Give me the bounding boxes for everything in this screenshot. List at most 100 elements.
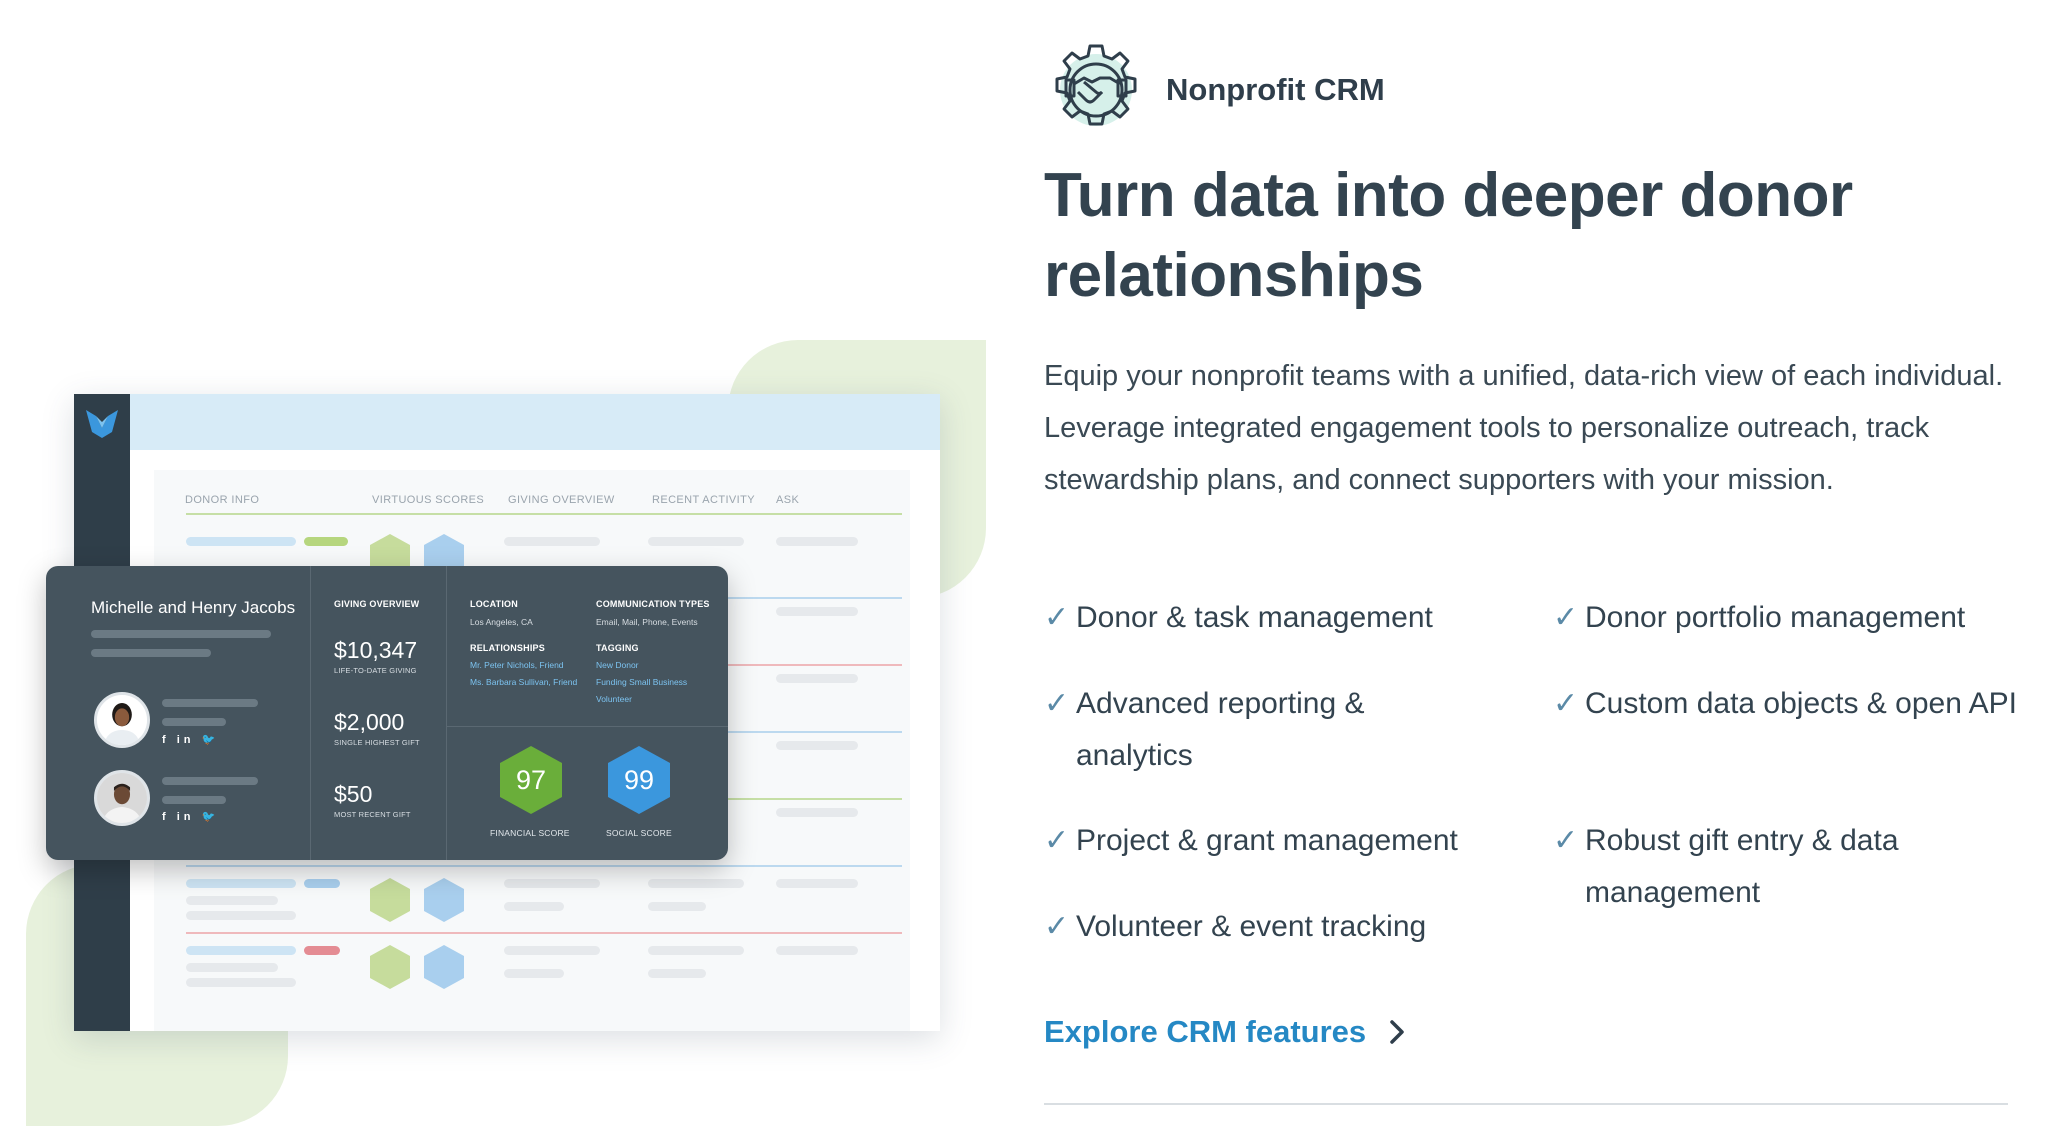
feature-label: Robust gift entry & data management [1585, 824, 1899, 909]
person-icon [97, 773, 147, 823]
card-divider [446, 726, 728, 727]
row-divider [186, 932, 902, 934]
relationship-link: Ms. Barbara Sullivan, Friend [470, 677, 578, 687]
product-name: Nonprofit CRM [1166, 72, 1385, 107]
row-placeholder [504, 969, 564, 978]
text-placeholder [91, 630, 271, 638]
donor-name: Michelle and Henry Jacobs [91, 598, 296, 617]
cta-label: Explore CRM features [1044, 1014, 1367, 1049]
column-header-recent-activity: RECENT ACTIVITY [652, 494, 755, 506]
row-placeholder [648, 946, 744, 955]
person-icon [97, 695, 147, 745]
app-topbar [130, 394, 940, 450]
relationship-link: Mr. Peter Nichols, Friend [470, 660, 564, 670]
text-placeholder [162, 699, 258, 707]
row-placeholder [504, 902, 564, 911]
row-placeholder [186, 879, 296, 888]
feature-label: Advanced reporting & analytics [1076, 687, 1365, 772]
feature-label: Custom data objects & open API [1585, 687, 2017, 720]
feature-item: ✓ Custom data objects & open API [1553, 678, 2023, 730]
social-icons: f in 🐦 [162, 811, 220, 823]
row-placeholder [776, 808, 858, 817]
financial-score-badge: 97 [500, 746, 562, 814]
amount-label: MOST RECENT GIFT [334, 810, 411, 819]
app-logo-icon [86, 410, 118, 438]
row-placeholder [186, 911, 296, 920]
row-placeholder [648, 537, 744, 546]
row-placeholder [186, 963, 278, 972]
tag-link: New Donor [596, 660, 639, 670]
row-placeholder [776, 946, 858, 955]
row-placeholder [776, 607, 858, 616]
card-divider [310, 566, 311, 860]
checkmark-icon: ✓ [1044, 824, 1070, 857]
row-placeholder [776, 741, 858, 750]
amount-label: SINGLE HIGHEST GIFT [334, 738, 420, 747]
row-placeholder [504, 879, 600, 888]
location-value: Los Angeles, CA [470, 617, 533, 627]
checkmark-icon: ✓ [1044, 601, 1070, 634]
row-placeholder [186, 896, 278, 905]
row-placeholder [776, 674, 858, 683]
amount-value: $2,000 [334, 709, 405, 735]
tag-link: Volunteer [596, 694, 632, 704]
page-title: Turn data into deeper donor relationship… [1044, 161, 1853, 310]
feature-label: Volunteer & event tracking [1076, 910, 1427, 943]
row-placeholder [776, 879, 858, 888]
row-divider [186, 513, 902, 515]
amount-value: $10,347 [334, 637, 418, 663]
text-placeholder [162, 718, 226, 726]
row-placeholder [186, 946, 296, 955]
row-placeholder [648, 969, 706, 978]
checkmark-icon: ✓ [1553, 601, 1579, 634]
financial-score-label: FINANCIAL SCORE [490, 828, 570, 838]
checkmark-icon: ✓ [1553, 824, 1579, 857]
row-placeholder [304, 946, 340, 955]
row-placeholder [504, 946, 600, 955]
relationships-label: RELATIONSHIPS [470, 643, 545, 653]
amount-label: LIFE-TO-DATE GIVING [334, 666, 417, 675]
section-divider [1044, 1103, 2008, 1105]
social-score-label: SOCIAL SCORE [606, 828, 672, 838]
checkmark-icon: ✓ [1044, 910, 1070, 943]
column-header-donor-info: DONOR INFO [185, 494, 260, 506]
communication-types-value: Email, Mail, Phone, Events [596, 617, 698, 627]
giving-overview-label: GIVING OVERVIEW [334, 599, 420, 609]
text-placeholder [162, 777, 258, 785]
feature-item: ✓ Donor & task management [1044, 592, 1514, 644]
explore-crm-features-link[interactable]: Explore CRM features [1044, 1014, 1410, 1050]
page-description: Equip your nonprofit teams with a unifie… [1044, 360, 2004, 496]
feature-item: ✓ Robust gift entry & data management [1553, 815, 1973, 919]
communication-types-label: COMMUNICATION TYPES [596, 599, 710, 609]
row-placeholder [504, 537, 600, 546]
column-header-giving-overview: GIVING OVERVIEW [508, 494, 615, 506]
text-placeholder [162, 796, 226, 804]
row-placeholder [304, 537, 348, 546]
row-placeholder [648, 879, 744, 888]
gear-handshake-icon [1055, 44, 1137, 126]
checkmark-icon: ✓ [1044, 687, 1070, 720]
feature-item: ✓ Project & grant management [1044, 815, 1514, 867]
avatar [94, 770, 150, 826]
feature-label: Project & grant management [1076, 824, 1458, 857]
social-score-badge: 99 [608, 746, 670, 814]
chevron-right-icon [1390, 1020, 1404, 1044]
avatar [94, 692, 150, 748]
feature-item: ✓ Donor portfolio management [1553, 592, 2023, 644]
row-placeholder [304, 879, 340, 888]
tag-link: Funding Small Business [596, 677, 688, 687]
row-placeholder [186, 537, 296, 546]
column-header-ask: ASK [776, 494, 800, 506]
amount-value: $50 [334, 781, 373, 807]
row-placeholder [776, 537, 858, 546]
text-placeholder [91, 649, 211, 657]
feature-label: Donor & task management [1076, 601, 1433, 634]
location-label: LOCATION [470, 599, 518, 609]
feature-label: Donor portfolio management [1585, 601, 1966, 634]
social-icons: f in 🐦 [162, 734, 220, 746]
row-placeholder [186, 978, 296, 987]
feature-item: ✓ Advanced reporting & analytics [1044, 678, 1464, 782]
checkmark-icon: ✓ [1553, 687, 1579, 720]
feature-item: ✓ Volunteer & event tracking [1044, 901, 1514, 953]
row-placeholder [648, 902, 706, 911]
